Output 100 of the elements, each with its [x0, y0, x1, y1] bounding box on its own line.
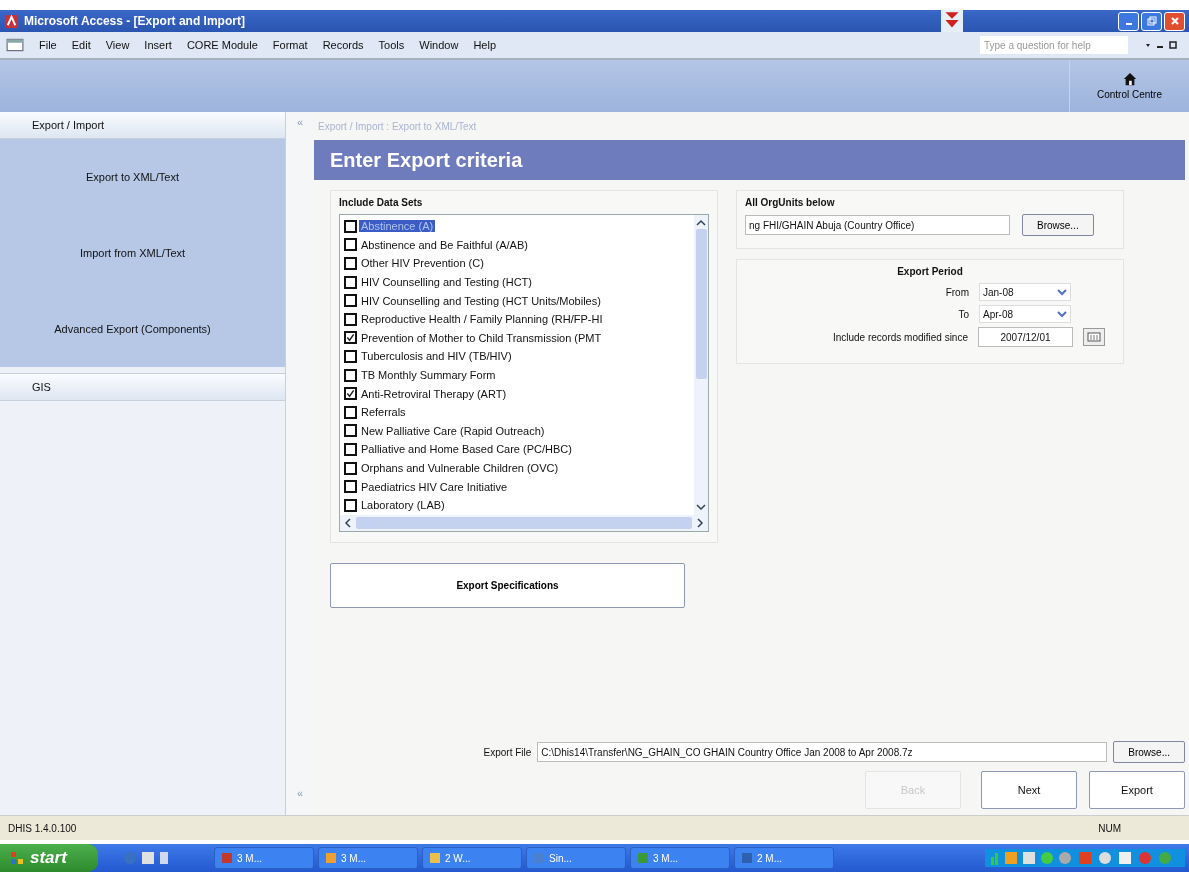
checkbox[interactable]: [344, 331, 357, 345]
close-button[interactable]: [1164, 11, 1185, 31]
minimize-button[interactable]: [1118, 11, 1139, 31]
taskbar-button[interactable]: 2 M...: [734, 847, 834, 869]
data-set-item[interactable]: Palliative and Home Based Care (PC/HBC): [359, 443, 574, 456]
version-text: DHIS 1.4.0.100: [8, 822, 77, 834]
app-icon: [325, 852, 337, 864]
checkbox[interactable]: [344, 257, 357, 270]
chevron-down-icon[interactable]: [1057, 310, 1067, 318]
wizard-button[interactable]: Export: [1089, 771, 1185, 809]
vertical-scrollbar[interactable]: [694, 215, 708, 515]
panel-title: All OrgUnits below: [745, 197, 836, 208]
data-set-item[interactable]: Paediatrics HIV Care Initiative: [359, 480, 510, 493]
data-set-item[interactable]: Laboratory (LAB): [359, 499, 447, 512]
checkbox[interactable]: [344, 424, 357, 438]
checkbox[interactable]: [344, 405, 357, 419]
scroll-left-icon[interactable]: [344, 517, 352, 528]
from-dropdown[interactable]: Jan-08: [979, 283, 1071, 301]
restore-icon: [1146, 16, 1157, 26]
home-icon: [1122, 72, 1137, 86]
scroll-up-icon[interactable]: [696, 219, 706, 227]
data-set-item[interactable]: HIV Counselling and Testing (HCT): [359, 276, 534, 289]
checkbox[interactable]: [344, 294, 357, 308]
page-heading: Enter Export criteria: [314, 140, 1185, 180]
sidebar-item[interactable]: Advanced Export (Components): [54, 323, 211, 335]
data-set-item[interactable]: Reproductive Health / Family Planning (RH/FP-HI: [359, 313, 605, 326]
sidebar-section-header[interactable]: Export / Import: [0, 112, 285, 139]
taskbar-button[interactable]: 2 W...: [422, 847, 522, 869]
checkbox[interactable]: [344, 238, 357, 252]
data-set-item[interactable]: New Palliative Care (Rapid Outreach): [359, 424, 547, 437]
help-search-field[interactable]: Type a question for help: [980, 36, 1128, 54]
date-field[interactable]: 2007/12/01: [978, 327, 1073, 347]
data-set-item[interactable]: HIV Counselling and Testing (HCT Units/Mobiles): [359, 294, 603, 307]
panel-title: Export Period: [896, 266, 964, 277]
taskbar-button[interactable]: 3 M...: [630, 847, 730, 869]
data-set-item[interactable]: Abstinence (A): [359, 220, 436, 233]
calendar-button[interactable]: [1083, 328, 1105, 346]
menu-item[interactable]: Window: [419, 39, 459, 51]
menu-item[interactable]: CORE Module: [186, 39, 258, 51]
menu-item[interactable]: Insert: [144, 39, 172, 51]
scroll-down-icon[interactable]: [696, 502, 706, 511]
taskbar-button[interactable]: Sin...: [526, 847, 626, 869]
to-dropdown[interactable]: Apr-08: [979, 305, 1071, 323]
checkbox[interactable]: [344, 312, 357, 326]
horizontal-scrollbar[interactable]: [340, 514, 708, 531]
close-icon: [1169, 16, 1180, 26]
menu-item[interactable]: Edit: [71, 39, 91, 51]
export-specifications-button[interactable]: Export Specifications: [330, 562, 685, 608]
field-label: Include records modified since: [832, 331, 968, 343]
app-icon: [429, 852, 441, 864]
sidebar-item[interactable]: Export to XML/Text: [86, 171, 179, 183]
browse-button[interactable]: Browse...: [1022, 214, 1094, 236]
checkbox[interactable]: [344, 275, 357, 289]
app-icon: [741, 852, 753, 864]
sidebar-section-header[interactable]: GIS: [0, 373, 285, 401]
menu-item[interactable]: View: [105, 39, 130, 51]
checkbox[interactable]: [344, 368, 357, 382]
data-set-item[interactable]: Abstinence and Be Faithful (A/AB): [359, 238, 530, 251]
checkbox[interactable]: [344, 461, 357, 475]
menu-item[interactable]: Format: [272, 39, 308, 51]
menu-item[interactable]: Records: [322, 39, 364, 51]
menu-item[interactable]: Tools: [378, 39, 405, 51]
panel-title: Include Data Sets: [339, 197, 424, 208]
wizard-button[interactable]: Next: [981, 771, 1077, 809]
app-icon: [533, 852, 545, 864]
org-unit-field[interactable]: ng FHI/GHAIN Abuja (Country Office): [745, 215, 1010, 235]
taskbar-button[interactable]: 3 M...: [318, 847, 418, 869]
app-icon: [221, 852, 233, 864]
sidebar-item[interactable]: Import from XML/Text: [79, 247, 186, 259]
windows-flag-icon: [10, 851, 24, 865]
checkbox[interactable]: [344, 387, 357, 401]
checkbox[interactable]: [344, 219, 357, 233]
window-title: Microsoft Access - [Export and Import]: [24, 14, 246, 28]
browse-button[interactable]: Browse...: [1113, 741, 1185, 763]
data-set-item[interactable]: Prevention of Mother to Child Transmission (PMT: [359, 331, 604, 344]
checkbox[interactable]: [344, 480, 357, 494]
data-set-item[interactable]: Tuberculosis and HIV (TB/HIV): [359, 350, 514, 363]
checkbox[interactable]: [344, 442, 357, 456]
data-set-item[interactable]: TB Monthly Summary Form: [359, 369, 498, 382]
data-set-item[interactable]: Anti-Retroviral Therapy (ART): [359, 387, 509, 400]
restore-button[interactable]: [1141, 11, 1162, 31]
taskbar-button[interactable]: 3 M...: [214, 847, 314, 869]
data-set-item[interactable]: Referrals: [359, 406, 408, 419]
menu-item[interactable]: File: [39, 39, 57, 51]
data-set-item[interactable]: Other HIV Prevention (C): [359, 257, 486, 270]
field-label: To: [958, 308, 969, 320]
app-icon: [637, 852, 649, 864]
scroll-right-icon[interactable]: [696, 517, 704, 528]
breadcrumb: Export / Import : Export to XML/Text: [317, 119, 478, 134]
checkbox[interactable]: [344, 349, 357, 363]
field-label: Export File: [483, 746, 532, 758]
data-set-item[interactable]: Orphans and Vulnerable Children (OVC): [359, 462, 561, 474]
export-file-field[interactable]: C:\Dhis14\Transfer\NG_GHAIN_CO GHAIN Country Office Jan 2008 to Apr 2008.7z: [537, 742, 1108, 762]
chevron-down-icon[interactable]: [1057, 288, 1067, 296]
form-icon[interactable]: [6, 38, 24, 52]
menu-item[interactable]: Help: [473, 39, 497, 51]
checkbox[interactable]: [344, 498, 357, 512]
system-tray-icons[interactable]: [985, 849, 1185, 867]
status-indicator: NUM: [1098, 822, 1121, 834]
calendar-icon: [1087, 331, 1101, 342]
